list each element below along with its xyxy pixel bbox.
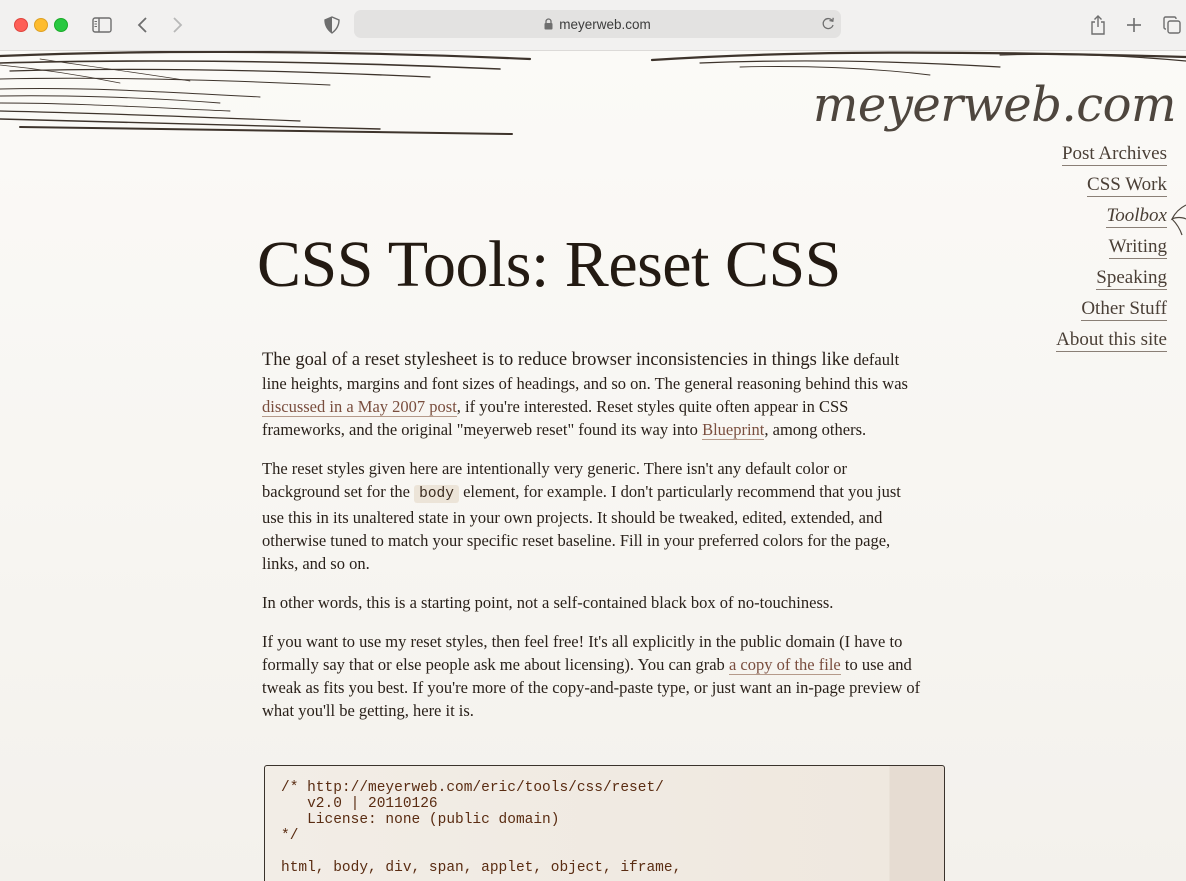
- site-logo[interactable]: meyerweb.com: [813, 77, 1177, 133]
- minimize-window-button[interactable]: [34, 18, 48, 32]
- new-tab-icon[interactable]: [1121, 12, 1147, 38]
- address-bar[interactable]: meyerweb.com: [354, 10, 841, 38]
- code-text: /* http://meyerweb.com/eric/tools/css/re…: [281, 780, 682, 876]
- nav-speaking[interactable]: Speaking: [1096, 267, 1167, 290]
- nav-writing[interactable]: Writing: [1108, 236, 1167, 259]
- privacy-shield-icon[interactable]: [319, 12, 345, 38]
- tab-overview-icon[interactable]: [1159, 12, 1185, 38]
- site-nav: Post Archives CSS Work Toolbox Writing S…: [1056, 143, 1167, 360]
- nav-about-this-site[interactable]: About this site: [1056, 329, 1167, 352]
- forward-icon[interactable]: [164, 12, 190, 38]
- back-icon[interactable]: [130, 12, 156, 38]
- paragraph-starting-point: In other words, this is a starting point…: [262, 593, 834, 612]
- reload-icon[interactable]: [821, 16, 835, 34]
- sidebar-toggle-icon[interactable]: [89, 12, 115, 38]
- nav-other-stuff[interactable]: Other Stuff: [1081, 298, 1167, 321]
- may-2007-post-link[interactable]: discussed in a May 2007 post: [262, 397, 457, 417]
- paragraph-usage: If you want to use my reset styles, then…: [262, 632, 921, 720]
- browser-toolbar: meyerweb.com: [0, 0, 1186, 51]
- lock-icon: [544, 18, 553, 30]
- paragraph-generic: The reset styles given here are intentio…: [262, 459, 901, 573]
- nav-toolbox[interactable]: Toolbox: [1106, 205, 1167, 228]
- zoom-window-button[interactable]: [54, 18, 68, 32]
- blueprint-link[interactable]: Blueprint: [702, 420, 765, 440]
- article-body: The goal of a reset stylesheet is to red…: [262, 348, 922, 738]
- page-title: CSS Tools: Reset CSS: [257, 228, 841, 301]
- inline-code-body: body: [414, 485, 459, 503]
- paragraph-intro: The goal of a reset stylesheet is to red…: [262, 350, 908, 440]
- current-page-flourish-icon: [1170, 204, 1186, 236]
- file-copy-link[interactable]: a copy of the file: [728, 655, 841, 675]
- reset-css-code-block[interactable]: /* http://meyerweb.com/eric/tools/css/re…: [264, 765, 945, 881]
- close-window-button[interactable]: [14, 18, 28, 32]
- nav-css-work[interactable]: CSS Work: [1087, 174, 1167, 197]
- web-page: meyerweb.com Post Archives CSS Work Tool…: [0, 51, 1186, 881]
- nav-post-archives[interactable]: Post Archives: [1061, 143, 1167, 166]
- url-text: meyerweb.com: [559, 16, 651, 32]
- share-icon[interactable]: [1085, 12, 1111, 38]
